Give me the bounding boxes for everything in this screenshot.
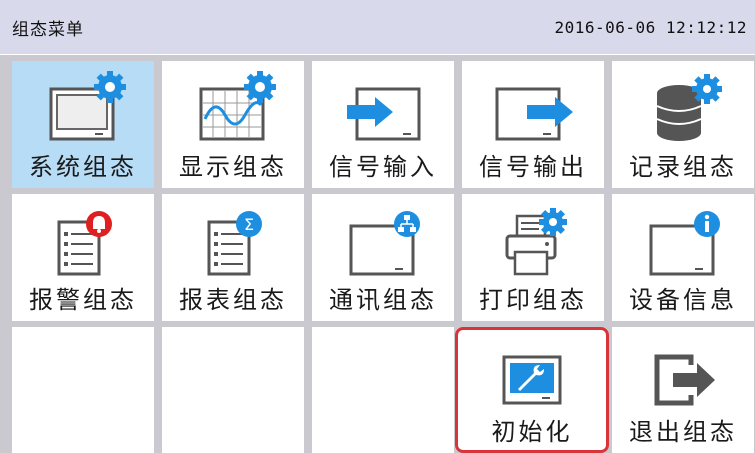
menu-tile-record-config[interactable]: 记录组态 (612, 61, 754, 188)
menu-tile-display-config[interactable]: 显示组态 (162, 61, 304, 188)
tile-label: 设备信息 (629, 286, 737, 314)
signal-output-icon (495, 87, 573, 141)
menu-tile-alarm-config[interactable]: 报警组态 (12, 194, 154, 321)
monitor-gear-icon (49, 71, 126, 141)
database-gear-icon (656, 74, 722, 141)
tile-label: 信号输入 (329, 153, 437, 181)
menu-tile-report-config[interactable]: Σ 报表组态 (162, 194, 304, 321)
tile-label: 信号输出 (479, 153, 587, 181)
initialize-wrench-icon (502, 355, 562, 405)
tile-label: 显示组态 (179, 153, 287, 181)
alarm-list-icon (57, 211, 112, 276)
menu-tile-empty (162, 327, 304, 453)
tile-label: 打印组态 (479, 286, 587, 314)
tile-label: 初始化 (491, 418, 573, 446)
menu-tile-system-config[interactable]: 系统组态 (12, 61, 154, 188)
page-title: 组态菜单 (12, 19, 84, 40)
tile-label: 退出组态 (629, 418, 737, 446)
signal-input-icon (347, 87, 421, 141)
tile-label: 报表组态 (179, 286, 287, 314)
menu-tile-empty (12, 327, 154, 453)
tile-label: 系统组态 (29, 153, 137, 181)
printer-gear-icon (505, 208, 567, 276)
menu-grid: 系统组态 显示组态 信号输入 信号输出 记录组态 报警组态 Σ 报表组态 通讯组… (0, 55, 755, 453)
title-bar: 组态菜单 2016-06-06 12:12:12 (0, 0, 755, 54)
exit-icon (654, 354, 715, 406)
menu-tile-exit-config[interactable]: 退出组态 (612, 327, 754, 453)
datetime-display: 2016-06-06 12:12:12 (554, 17, 747, 37)
menu-tile-print-config[interactable]: 打印组态 (462, 194, 604, 321)
network-icon (349, 211, 420, 276)
tile-label: 报警组态 (29, 286, 137, 314)
menu-tile-signal-output[interactable]: 信号输出 (462, 61, 604, 188)
menu-tile-device-info[interactable]: 设备信息 (612, 194, 754, 321)
svg-text:Σ: Σ (244, 215, 254, 234)
menu-tile-comm-config[interactable]: 通讯组态 (312, 194, 454, 321)
chart-gear-icon (199, 71, 276, 141)
report-sum-icon: Σ (207, 211, 262, 276)
tile-label: 通讯组态 (329, 286, 437, 314)
tile-label: 记录组态 (629, 153, 737, 181)
menu-tile-initialize[interactable]: 初始化 (455, 327, 609, 453)
menu-tile-empty (312, 327, 454, 453)
device-info-icon (649, 211, 720, 276)
menu-tile-signal-input[interactable]: 信号输入 (312, 61, 454, 188)
